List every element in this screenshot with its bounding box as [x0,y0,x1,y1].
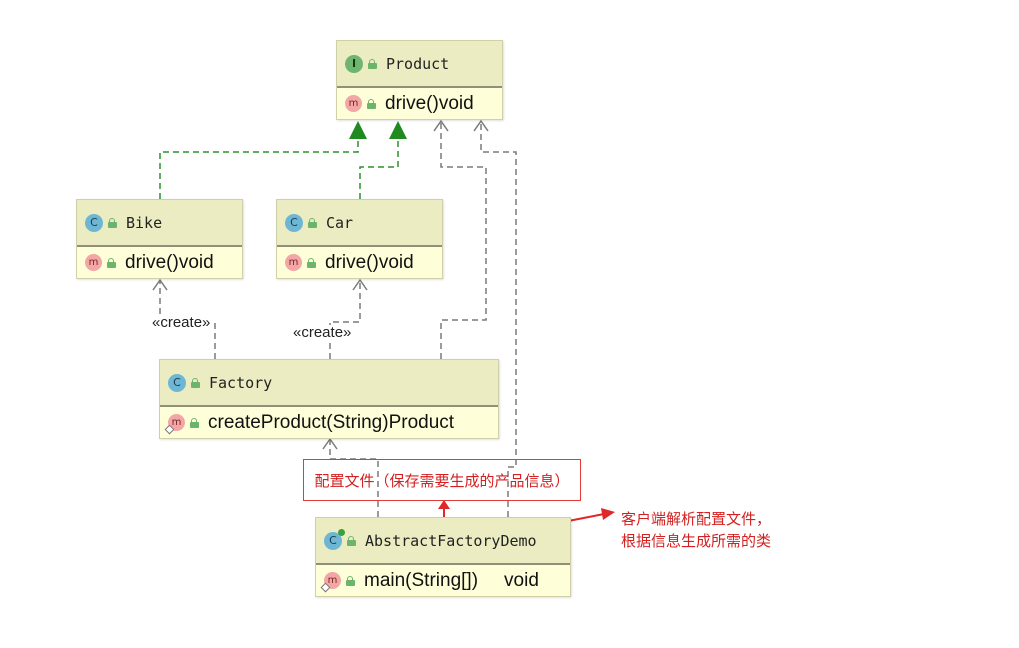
demo-class-box[interactable]: C AbstractFactoryDemo m main(String[]) v… [315,517,571,597]
factory-creates-car-line [329,281,361,359]
public-lock-icon [308,217,318,228]
create-bike-label: «create» [151,314,212,331]
class-name: Bike [126,213,163,232]
method-icon: m [345,95,362,112]
public-lock-icon [108,217,118,228]
method-signature: drive() [125,251,179,273]
class-name: Product [386,54,450,73]
class-name: Factory [209,373,273,392]
class-name: AbstractFactoryDemo [365,531,537,550]
method-icon: m [285,254,302,271]
bike-realization-arrowhead [349,121,367,139]
product-interface-box[interactable]: I Product m drive() void [336,40,503,120]
factory-method-row: m createProduct(String) Product [160,407,498,438]
product-method-row: m drive() void [337,88,502,119]
demo-header: C AbstractFactoryDemo [316,518,570,565]
factory-depends-product-line [440,122,487,359]
public-lock-icon [190,417,200,428]
class-name: Car [326,213,354,232]
method-signature: drive() [325,251,379,273]
method-return-type: void [504,569,539,591]
interface-icon: I [345,54,363,73]
public-lock-icon [346,575,356,586]
bike-class-box[interactable]: C Bike m drive() void [76,199,243,279]
annotation-line-1: 客户端解析配置文件， [621,510,772,528]
public-lock-icon [367,98,377,109]
public-lock-icon [347,535,357,546]
create-car-label: «create» [292,324,353,341]
class-icon: C [168,373,186,392]
class-icon: C [85,213,103,232]
config-file-note: 配置文件（保存需要生成的产品信息） [303,459,581,501]
bike-realizes-product-line [159,139,359,199]
method-return-type: void [438,92,474,114]
method-return-type: Product [388,411,455,433]
method-signature: main(String[]) [364,569,479,591]
public-lock-icon [307,257,317,268]
method-icon: m [85,254,102,271]
factory-class-box[interactable]: C Factory m createProduct(String) Produc… [159,359,499,439]
method-signature: drive() [385,92,439,114]
demo-method-row: m main(String[]) void [316,565,570,596]
bike-method-row: m drive() void [77,247,242,278]
car-header: C Car [277,200,442,247]
public-lock-icon [368,58,378,69]
bike-header: C Bike [77,200,242,247]
product-header: I Product [337,41,502,88]
method-signature: createProduct(String) [208,411,389,433]
car-class-box[interactable]: C Car m drive() void [276,199,443,279]
car-method-row: m drive() void [277,247,442,278]
static-method-icon: m [324,572,341,589]
annotation-line-2: 根据信息生成所需的类 [621,532,772,550]
static-method-icon: m [168,414,185,431]
runnable-class-icon: C [324,528,345,550]
public-lock-icon [191,377,201,388]
car-realizes-product-line [359,139,399,199]
factory-header: C Factory [160,360,498,407]
annotation-pointer-arrowhead [601,508,615,520]
car-realization-arrowhead [389,121,407,139]
class-icon: C [285,213,303,232]
method-return-type: void [378,251,414,273]
public-lock-icon [107,257,117,268]
client-annotation: 客户端解析配置文件， 根据信息生成所需的类 [621,508,771,552]
method-return-type: void [178,251,214,273]
note-pointer-arrowhead [438,500,450,509]
